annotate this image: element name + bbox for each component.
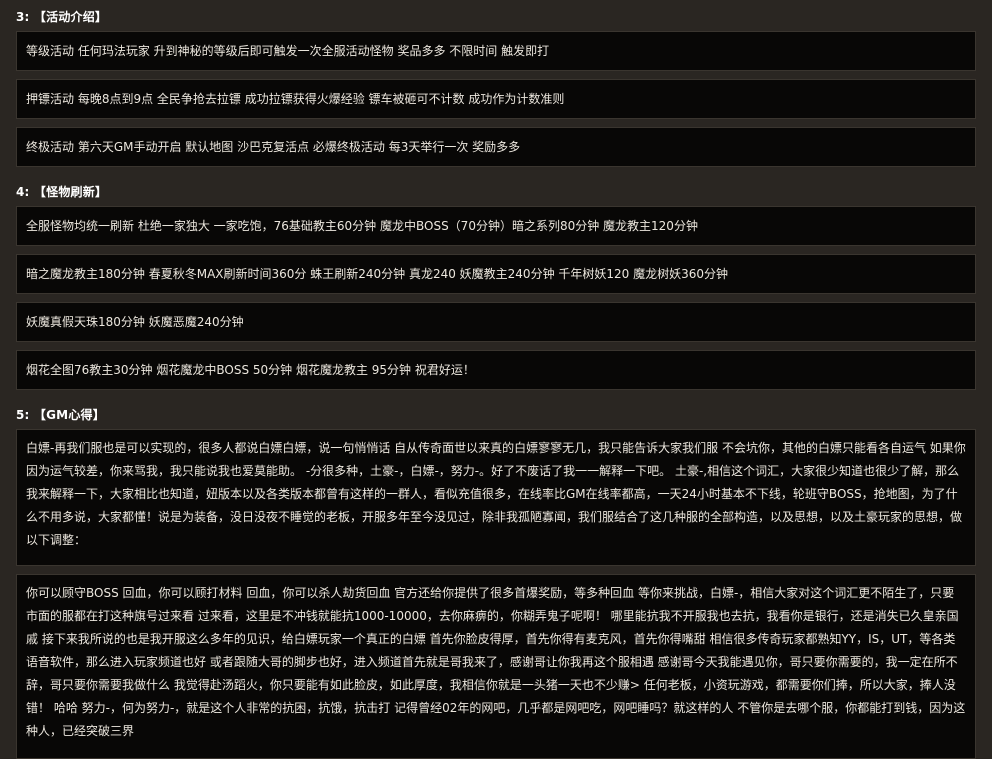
section-heading-activities: 3: 【活动介绍】 xyxy=(16,10,108,24)
section-heading-monster-refresh: 4: 【怪物刷新】 xyxy=(16,185,108,199)
monster-refresh-item: 烟花全图76教主30分钟 烟花魔龙中BOSS 50分钟 烟花魔龙教主 95分钟 … xyxy=(16,350,976,390)
activity-item-escort: 押镖活动 每晚8点到9点 全民争抢去拉镖 成功拉镖获得火爆经验 镖车被砸可不计数… xyxy=(16,79,976,119)
monster-refresh-item: 全服怪物均统一刷新 杜绝一家独大 一家吃饱，76基础教主60分钟 魔龙中BOSS… xyxy=(16,206,976,246)
announcement-page: 3: 【活动介绍】 等级活动 任何玛法玩家 升到神秘的等级后即可触发一次全服活动… xyxy=(0,0,992,759)
monster-refresh-item: 暗之魔龙教主180分钟 春夏秋冬MAX刷新时间360分 蛛王刷新240分钟 真龙… xyxy=(16,254,976,294)
gm-notes-paragraph: 你可以顾守BOSS 回血，你可以顾打材料 回血，你可以杀人劫货回血 官方还给你提… xyxy=(16,574,976,759)
monster-refresh-item: 妖魔真假天珠180分钟 妖魔恶魔240分钟 xyxy=(16,302,976,342)
activity-item-ultimate: 终极活动 第六天GM手动开启 默认地图 沙巴克复活点 必爆终极活动 每3天举行一… xyxy=(16,127,976,167)
section-heading-gm-notes: 5: 【GM心得】 xyxy=(16,408,105,422)
activity-item-level: 等级活动 任何玛法玩家 升到神秘的等级后即可触发一次全服活动怪物 奖品多多 不限… xyxy=(16,31,976,71)
gm-notes-paragraph: 白嫖-再我们服也是可以实现的，很多人都说白嫖白嫖，说一句悄悄话 自从传奇面世以来… xyxy=(16,429,976,566)
